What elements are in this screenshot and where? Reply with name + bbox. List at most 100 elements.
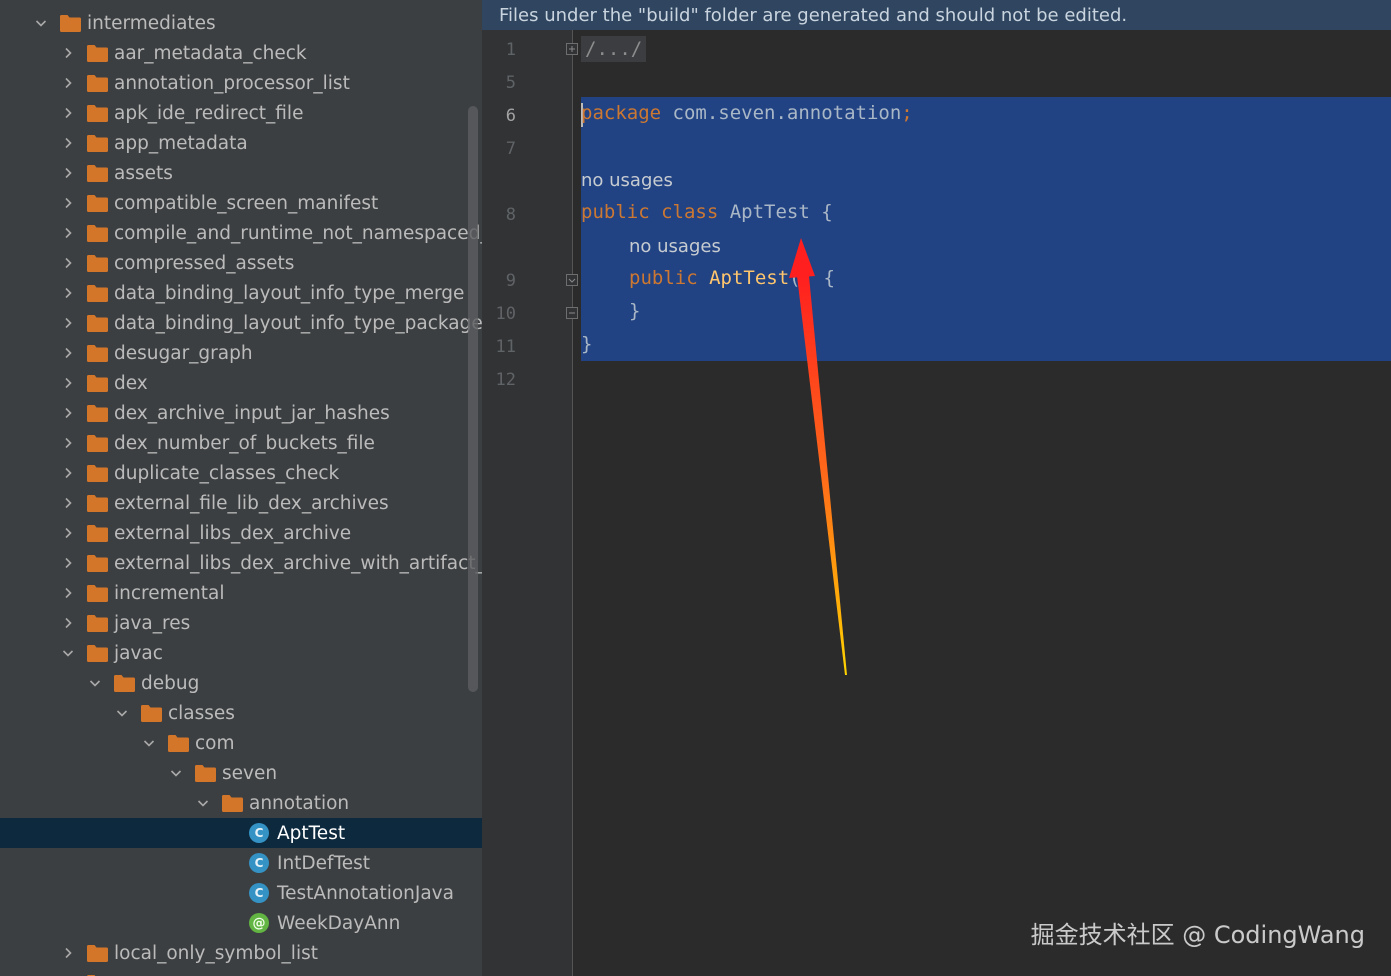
tree-row[interactable] [0,968,482,976]
tree-row-label: incremental [114,582,225,604]
chevron-right-icon[interactable] [61,196,75,210]
tree-row[interactable]: intermediates [0,8,482,38]
tree-row-label: duplicate_classes_check [114,462,340,484]
tree-row-label: external_libs_dex_archive_with_artifact_… [114,552,482,574]
folder-icon [87,314,108,332]
usage-hint[interactable]: no usages [581,170,673,191]
tree-row[interactable]: C TestAnnotationJava [0,878,482,908]
tree-row[interactable]: data_binding_layout_info_type_merge [0,278,482,308]
tree-row[interactable]: compatible_screen_manifest [0,188,482,218]
chevron-right-icon[interactable] [61,106,75,120]
tree-row[interactable]: com [0,728,482,758]
chevron-right-icon[interactable] [61,136,75,150]
tree-row-label: compatible_screen_manifest [114,192,379,214]
tree-row[interactable]: compressed_assets [0,248,482,278]
tree-row[interactable]: desugar_graph [0,338,482,368]
code-line-class[interactable]: public class AptTest { [581,201,833,223]
tree-row[interactable]: dex [0,368,482,398]
tree-row[interactable]: compile_and_runtime_not_namespaced_r_c [0,218,482,248]
tree-row[interactable]: @ WeekDayAnn [0,908,482,938]
chevron-right-icon[interactable] [61,406,75,420]
tree-row[interactable]: debug [0,668,482,698]
tree-row[interactable]: app_metadata [0,128,482,158]
chevron-down-icon[interactable] [61,646,75,660]
tree-row-label: com [195,732,235,754]
chevron-right-icon[interactable] [61,946,75,960]
chevron-down-icon[interactable] [34,16,48,30]
chevron-right-icon[interactable] [61,466,75,480]
chevron-down-icon[interactable] [169,766,183,780]
code-line-ctor-close[interactable]: } [629,300,640,322]
tree-row-label: AptTest [277,822,346,844]
line-number: 7 [505,139,516,159]
fold-start-icon[interactable] [566,274,578,286]
usage-hint[interactable]: no usages [629,236,721,257]
tree-row[interactable]: annotation_processor_list [0,68,482,98]
line-number: 10 [495,304,516,324]
tree-row[interactable]: external_file_lib_dex_archives [0,488,482,518]
chevron-right-icon[interactable] [61,46,75,60]
chevron-right-icon[interactable] [61,526,75,540]
tree-row-label: dex_number_of_buckets_file [114,432,375,454]
tree-row-label: WeekDayAnn [277,912,401,934]
tree-row-label: desugar_graph [114,342,253,364]
editor-gutter[interactable] [482,30,572,976]
project-tree-panel[interactable]: intermediates aar_metadata_check annotatio… [0,0,482,976]
chevron-right-icon[interactable] [61,286,75,300]
chevron-right-icon[interactable] [61,166,75,180]
tree-row-label: debug [141,672,200,694]
code-line-package[interactable]: package com.seven.annotation; [581,102,913,124]
chevron-down-icon[interactable] [196,796,210,810]
tree-row[interactable]: seven [0,758,482,788]
tree-row-label: external_libs_dex_archive [114,522,352,544]
tree-row[interactable]: external_libs_dex_archive [0,518,482,548]
folder-icon [87,74,108,92]
tree-row[interactable]: assets [0,158,482,188]
tree-row[interactable]: annotation [0,788,482,818]
chevron-right-icon[interactable] [61,616,75,630]
chevron-right-icon[interactable] [61,76,75,90]
fold-end-icon[interactable] [566,307,578,319]
tree-row-label: assets [114,162,173,184]
chevron-right-icon[interactable] [61,496,75,510]
chevron-down-icon[interactable] [88,676,102,690]
chevron-right-icon[interactable] [61,586,75,600]
folder-icon [87,104,108,122]
tree-row-label: annotation_processor_list [114,72,350,94]
folded-comment-block[interactable]: /.../ [581,36,647,62]
chevron-right-icon[interactable] [61,316,75,330]
tree-row[interactable]: java_res [0,608,482,638]
tree-row[interactable]: dex_number_of_buckets_file [0,428,482,458]
code-editor[interactable]: Files under the "build" folder are gener… [482,0,1391,976]
chevron-down-icon[interactable] [115,706,129,720]
chevron-right-icon[interactable] [61,346,75,360]
tree-row[interactable]: duplicate_classes_check [0,458,482,488]
tree-scrollbar[interactable] [468,106,478,692]
line-number: 12 [495,370,516,390]
tree-row[interactable]: javac [0,638,482,668]
tree-row[interactable]: local_only_symbol_list [0,938,482,968]
chevron-right-icon[interactable] [61,436,75,450]
tree-row[interactable]: incremental [0,578,482,608]
tree-row[interactable]: aar_metadata_check [0,38,482,68]
tree-row[interactable]: C IntDefTest [0,848,482,878]
chevron-down-icon[interactable] [142,736,156,750]
chevron-right-icon[interactable] [61,376,75,390]
line-number: 9 [505,271,516,291]
tree-row-label: classes [168,702,235,724]
keyword-public: public [581,201,650,223]
tree-row[interactable]: apk_ide_redirect_file [0,98,482,128]
fold-expand-icon[interactable] [566,43,578,55]
chevron-right-icon[interactable] [61,226,75,240]
folder-icon [168,734,189,752]
chevron-right-icon[interactable] [61,256,75,270]
tree-row[interactable]: external_libs_dex_archive_with_artifact_… [0,548,482,578]
tree-row[interactable]: C AptTest [0,818,482,848]
package-name: com.seven.annotation [661,102,902,124]
tree-row[interactable]: classes [0,698,482,728]
chevron-right-icon[interactable] [61,556,75,570]
code-line-class-close[interactable]: } [581,333,592,355]
code-line-constructor[interactable]: public AptTest() { [629,267,835,289]
tree-row[interactable]: dex_archive_input_jar_hashes [0,398,482,428]
tree-row[interactable]: data_binding_layout_info_type_package [0,308,482,338]
